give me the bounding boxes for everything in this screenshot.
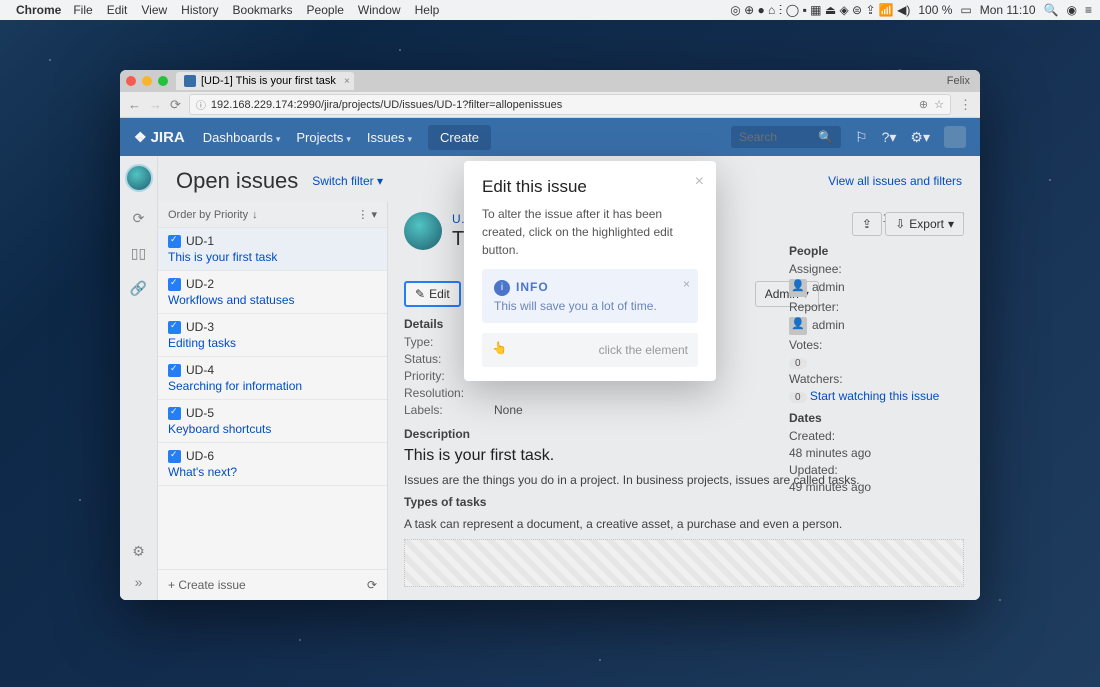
create-issue-link[interactable]: + Create issue xyxy=(168,578,246,592)
browser-profile[interactable]: Felix xyxy=(947,75,970,87)
tooltip-close-icon[interactable]: × xyxy=(695,173,704,191)
project-siderail: ⟳ ▯▯ 🔗 ⚙ » xyxy=(120,156,158,600)
feedback-icon[interactable]: ⚐ xyxy=(855,129,868,146)
tab-favicon xyxy=(184,75,196,87)
jira-logo[interactable]: JIRA xyxy=(134,129,185,146)
info-body: This will save you a lot of time. xyxy=(494,299,686,313)
list-item[interactable]: UD-1This is your first task xyxy=(158,228,387,271)
forward-icon: → xyxy=(149,97,162,112)
reporter-value: admin xyxy=(812,318,845,332)
refresh-icon[interactable]: ⟳ xyxy=(367,578,377,592)
task-icon xyxy=(168,407,181,420)
reload-icon[interactable]: ⟳ xyxy=(170,97,181,113)
updated-label: Updated: xyxy=(789,463,964,477)
share-button[interactable]: ⇪ xyxy=(852,212,882,236)
window-min-icon[interactable] xyxy=(142,76,152,86)
description-illustration xyxy=(404,539,964,587)
task-icon xyxy=(168,278,181,291)
page-title: Open issues xyxy=(176,168,298,194)
task-icon xyxy=(168,235,181,248)
tooltip-info-box: × i INFO This will save you a lot of time… xyxy=(482,269,698,323)
assignee-value: admin xyxy=(812,280,845,294)
nav-dashboards[interactable]: Dashboards xyxy=(203,130,281,145)
votes-badge: 0 xyxy=(789,358,807,369)
field-label: Labels: xyxy=(404,403,494,417)
rail-activity-icon[interactable]: ⟳ xyxy=(133,210,145,227)
window-max-icon[interactable] xyxy=(158,76,168,86)
task-icon xyxy=(168,364,181,377)
dates-heading: Dates xyxy=(789,411,964,425)
info-icon: i xyxy=(494,280,510,296)
tab-title: [UD-1] This is your first task xyxy=(201,75,336,87)
address-bar[interactable]: ⓘ 192.168.229.174:2990/jira/projects/UD/… xyxy=(189,94,951,115)
issue-list: Order by Priority↓⋮ ▾ UD-1This is your f… xyxy=(158,202,388,600)
assignee-label: Assignee: xyxy=(789,262,964,276)
description-body: A task can represent a document, a creat… xyxy=(404,515,964,533)
list-item[interactable]: UD-6What's next? xyxy=(158,443,387,486)
list-item[interactable]: UD-5Keyboard shortcuts xyxy=(158,400,387,443)
created-label: Created: xyxy=(789,429,964,443)
task-icon xyxy=(168,321,181,334)
project-avatar-icon xyxy=(404,212,442,250)
help-icon[interactable]: ?▾ xyxy=(882,129,897,146)
list-sort-header[interactable]: Order by Priority↓⋮ ▾ xyxy=(158,202,387,228)
window-close-icon[interactable] xyxy=(126,76,136,86)
jira-topnav: JIRA Dashboards Projects Issues Create 🔍… xyxy=(120,118,980,156)
click-element-label: click the element xyxy=(599,343,688,357)
tab-close-icon[interactable]: × xyxy=(344,76,350,87)
search-box[interactable]: 🔍 xyxy=(731,126,841,148)
tooltip-title: Edit this issue xyxy=(482,177,698,197)
edit-button[interactable]: ✎Edit xyxy=(404,281,461,307)
view-all-link[interactable]: View all issues and filters xyxy=(828,174,962,188)
list-item[interactable]: UD-3Editing tasks xyxy=(158,314,387,357)
user-avatar-icon xyxy=(789,317,807,335)
rail-expand-icon[interactable]: » xyxy=(135,574,143,590)
updated-value: 49 minutes ago xyxy=(789,480,964,494)
url-text: 192.168.229.174:2990/jira/projects/UD/is… xyxy=(211,99,562,111)
user-avatar-icon xyxy=(789,279,807,297)
zoom-icon[interactable]: ⊕ xyxy=(919,98,928,111)
list-item[interactable]: UD-4Searching for information xyxy=(158,357,387,400)
onboarding-tooltip: × Edit this issue To alter the issue aft… xyxy=(464,161,716,381)
export-button[interactable]: ⇩ Export ▾ xyxy=(885,212,964,236)
rail-stats-icon[interactable]: ▯▯ xyxy=(131,245,146,262)
menu-icon[interactable]: ⋮ xyxy=(959,97,972,113)
info-close-icon[interactable]: × xyxy=(683,277,690,291)
description-heading: Types of tasks xyxy=(404,495,486,509)
field-label: Resolution: xyxy=(404,386,494,400)
tooltip-body: To alter the issue after it has been cre… xyxy=(482,205,698,259)
nav-projects[interactable]: Projects xyxy=(296,130,351,145)
watchers-label: Watchers: xyxy=(789,372,964,386)
click-element-bar[interactable]: 👆 click the element xyxy=(482,333,698,367)
search-icon[interactable]: 🔍 xyxy=(818,130,833,144)
watchers-badge: 0 xyxy=(789,392,807,403)
site-info-icon[interactable]: ⓘ xyxy=(196,97,206,112)
browser-toolbar: ← → ⟳ ⓘ 192.168.229.174:2990/jira/projec… xyxy=(120,92,980,118)
settings-icon[interactable]: ⚙▾ xyxy=(910,129,930,146)
task-icon xyxy=(168,450,181,463)
info-title: INFO xyxy=(516,280,549,294)
search-input[interactable] xyxy=(739,130,814,144)
pointer-icon: 👆 xyxy=(492,341,510,359)
rail-link-icon[interactable]: 🔗 xyxy=(130,280,147,297)
switch-filter[interactable]: Switch filter ▾ xyxy=(312,174,383,188)
pencil-icon: ✎ xyxy=(415,287,425,301)
watch-link[interactable]: Start watching this issue xyxy=(810,389,939,403)
create-button[interactable]: Create xyxy=(428,125,491,150)
field-value: None xyxy=(494,403,523,417)
list-item[interactable]: UD-2Workflows and statuses xyxy=(158,271,387,314)
user-avatar[interactable] xyxy=(944,126,966,148)
browser-tab[interactable]: [UD-1] This is your first task × xyxy=(176,72,354,90)
back-icon[interactable]: ← xyxy=(128,97,141,112)
nav-issues[interactable]: Issues xyxy=(367,130,412,145)
votes-label: Votes: xyxy=(789,338,964,352)
created-value: 48 minutes ago xyxy=(789,446,964,460)
people-heading: People xyxy=(789,244,964,258)
rail-settings-icon[interactable]: ⚙ xyxy=(132,543,145,560)
browser-tabbar: [UD-1] This is your first task × Felix xyxy=(120,70,980,92)
bookmark-icon[interactable]: ☆ xyxy=(934,98,944,111)
project-avatar-icon[interactable] xyxy=(125,164,153,192)
reporter-label: Reporter: xyxy=(789,300,964,314)
